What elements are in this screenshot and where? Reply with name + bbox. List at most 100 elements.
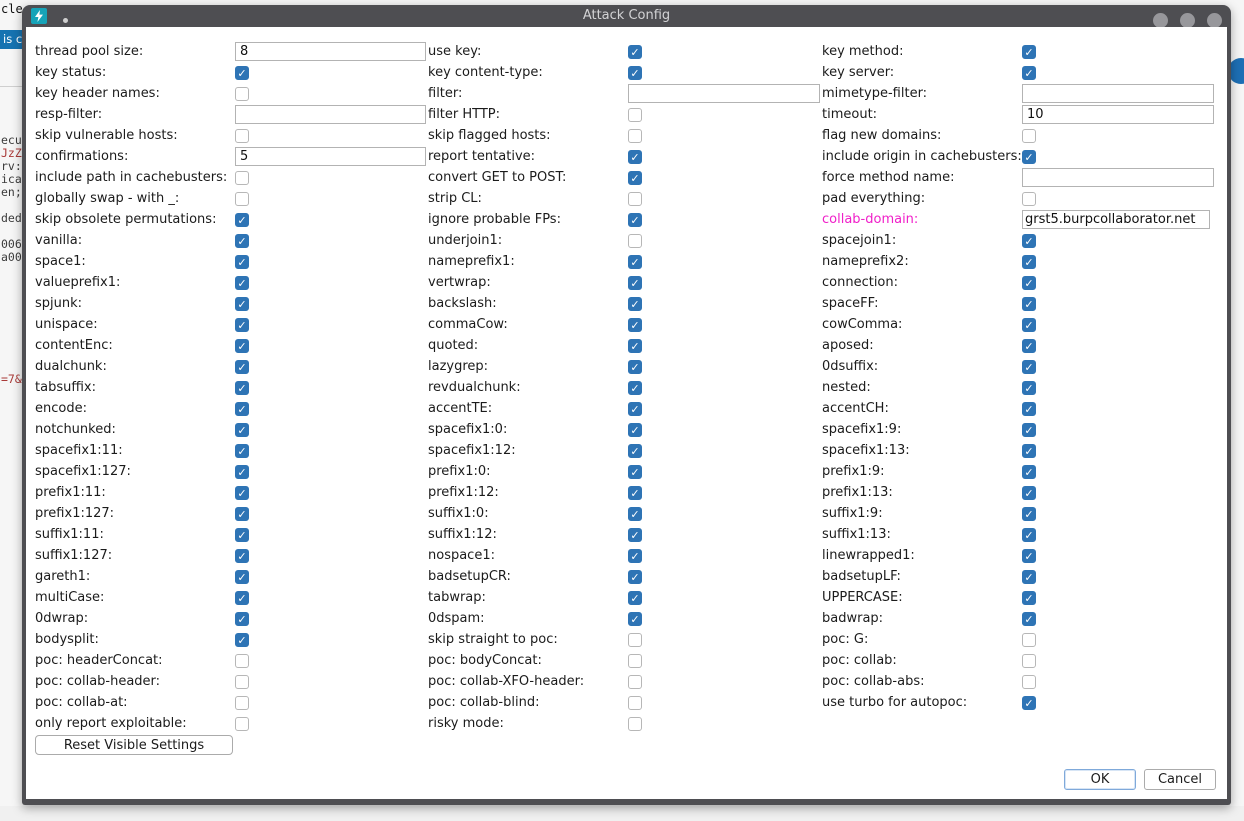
prefix1-11-checkbox[interactable] <box>235 486 249 500</box>
risky-mode-checkbox[interactable] <box>628 717 642 731</box>
key-status-checkbox[interactable] <box>235 66 249 80</box>
strip-cl-checkbox[interactable] <box>628 192 642 206</box>
skip-flagged-hosts-checkbox[interactable] <box>628 129 642 143</box>
key-server-checkbox[interactable] <box>1022 66 1036 80</box>
titlebar[interactable]: Attack Config <box>22 5 1231 27</box>
spacefix1-0-checkbox[interactable] <box>628 423 642 437</box>
revdualchunk-checkbox[interactable] <box>628 381 642 395</box>
contentenc-checkbox[interactable] <box>235 339 249 353</box>
poc-collab-abs-checkbox[interactable] <box>1022 675 1036 689</box>
prefix1-0-checkbox[interactable] <box>628 465 642 479</box>
spacefix1-127-checkbox[interactable] <box>235 465 249 479</box>
prefix1-127-checkbox[interactable] <box>235 507 249 521</box>
gareth1-checkbox[interactable] <box>235 570 249 584</box>
nameprefix1-checkbox[interactable] <box>628 255 642 269</box>
filter-http-checkbox[interactable] <box>628 108 642 122</box>
notchunked-checkbox[interactable] <box>235 423 249 437</box>
globally-swap-with-checkbox[interactable] <box>235 192 249 206</box>
poc-bodyconcat-checkbox[interactable] <box>628 654 642 668</box>
window-button-icon[interactable] <box>1207 13 1222 28</box>
pad-everything-checkbox[interactable] <box>1022 192 1036 206</box>
mimetype-filter-input[interactable] <box>1022 84 1214 103</box>
poc-g-checkbox[interactable] <box>1022 633 1036 647</box>
badsetuplf-checkbox[interactable] <box>1022 570 1036 584</box>
spaceff-checkbox[interactable] <box>1022 297 1036 311</box>
uppercase-checkbox[interactable] <box>1022 591 1036 605</box>
include-path-in-cachebusters-checkbox[interactable] <box>235 171 249 185</box>
underjoin1-checkbox[interactable] <box>628 234 642 248</box>
spacejoin1-checkbox[interactable] <box>1022 234 1036 248</box>
prefix1-12-checkbox[interactable] <box>628 486 642 500</box>
poc-collab-blind-checkbox[interactable] <box>628 696 642 710</box>
spacefix1-12-checkbox[interactable] <box>628 444 642 458</box>
valueprefix1-checkbox[interactable] <box>235 276 249 290</box>
suffix1-12-checkbox[interactable] <box>628 528 642 542</box>
accentch-checkbox[interactable] <box>1022 402 1036 416</box>
dualchunk-checkbox[interactable] <box>235 360 249 374</box>
skip-straight-to-poc-checkbox[interactable] <box>628 633 642 647</box>
key-content-type-checkbox[interactable] <box>628 66 642 80</box>
commacow-checkbox[interactable] <box>628 318 642 332</box>
vanilla-checkbox[interactable] <box>235 234 249 248</box>
use-key-checkbox[interactable] <box>628 45 642 59</box>
force-method-name-input[interactable] <box>1022 168 1214 187</box>
space1-checkbox[interactable] <box>235 255 249 269</box>
ok-button[interactable]: OK <box>1064 769 1136 790</box>
accentte-checkbox[interactable] <box>628 402 642 416</box>
nested-checkbox[interactable] <box>1022 381 1036 395</box>
vertwrap-checkbox[interactable] <box>628 276 642 290</box>
badsetupcr-checkbox[interactable] <box>628 570 642 584</box>
suffix1-11-checkbox[interactable] <box>235 528 249 542</box>
poc-collab-at-checkbox[interactable] <box>235 696 249 710</box>
poc-collab-header-checkbox[interactable] <box>235 675 249 689</box>
tabwrap-checkbox[interactable] <box>628 591 642 605</box>
backslash-checkbox[interactable] <box>628 297 642 311</box>
window-button-icon[interactable] <box>1153 13 1168 28</box>
lazygrep-checkbox[interactable] <box>628 360 642 374</box>
unispace-checkbox[interactable] <box>235 318 249 332</box>
spacefix1-11-checkbox[interactable] <box>235 444 249 458</box>
report-tentative-checkbox[interactable] <box>628 150 642 164</box>
skip-obsolete-permutations-checkbox[interactable] <box>235 213 249 227</box>
poc-collab-checkbox[interactable] <box>1022 654 1036 668</box>
spjunk-checkbox[interactable] <box>235 297 249 311</box>
bodysplit-checkbox[interactable] <box>235 633 249 647</box>
spacefix1-9-checkbox[interactable] <box>1022 423 1036 437</box>
background-burp-tab[interactable]: is c <box>0 30 23 49</box>
suffix1-9-checkbox[interactable] <box>1022 507 1036 521</box>
poc-headerconcat-checkbox[interactable] <box>235 654 249 668</box>
prefix1-9-checkbox[interactable] <box>1022 465 1036 479</box>
tabsuffix-checkbox[interactable] <box>235 381 249 395</box>
filter-input[interactable] <box>628 84 820 103</box>
cancel-button[interactable]: Cancel <box>1144 769 1216 790</box>
thread-pool-size-input[interactable] <box>235 42 426 61</box>
use-turbo-for-autopoc-checkbox[interactable] <box>1022 696 1036 710</box>
suffix1-0-checkbox[interactable] <box>628 507 642 521</box>
convert-get-to-post-checkbox[interactable] <box>628 171 642 185</box>
nospace1-checkbox[interactable] <box>628 549 642 563</box>
badwrap-checkbox[interactable] <box>1022 612 1036 626</box>
quoted-checkbox[interactable] <box>628 339 642 353</box>
skip-vulnerable-hosts-checkbox[interactable] <box>235 129 249 143</box>
key-method-checkbox[interactable] <box>1022 45 1036 59</box>
key-header-names-checkbox[interactable] <box>235 87 249 101</box>
timeout-input[interactable] <box>1022 105 1214 124</box>
0dwrap-checkbox[interactable] <box>235 612 249 626</box>
ignore-probable-fps-checkbox[interactable] <box>628 213 642 227</box>
linewrapped1-checkbox[interactable] <box>1022 549 1036 563</box>
nameprefix2-checkbox[interactable] <box>1022 255 1036 269</box>
multicase-checkbox[interactable] <box>235 591 249 605</box>
window-button-icon[interactable] <box>1180 13 1195 28</box>
connection-checkbox[interactable] <box>1022 276 1036 290</box>
0dsuffix-checkbox[interactable] <box>1022 360 1036 374</box>
aposed-checkbox[interactable] <box>1022 339 1036 353</box>
prefix1-13-checkbox[interactable] <box>1022 486 1036 500</box>
suffix1-13-checkbox[interactable] <box>1022 528 1036 542</box>
include-origin-in-cachebusters-checkbox[interactable] <box>1022 150 1036 164</box>
resp-filter-input[interactable] <box>235 105 426 124</box>
confirmations-input[interactable] <box>235 147 426 166</box>
reset-visible-settings-button[interactable]: Reset Visible Settings <box>35 735 233 755</box>
flag-new-domains-checkbox[interactable] <box>1022 129 1036 143</box>
cowcomma-checkbox[interactable] <box>1022 318 1036 332</box>
suffix1-127-checkbox[interactable] <box>235 549 249 563</box>
